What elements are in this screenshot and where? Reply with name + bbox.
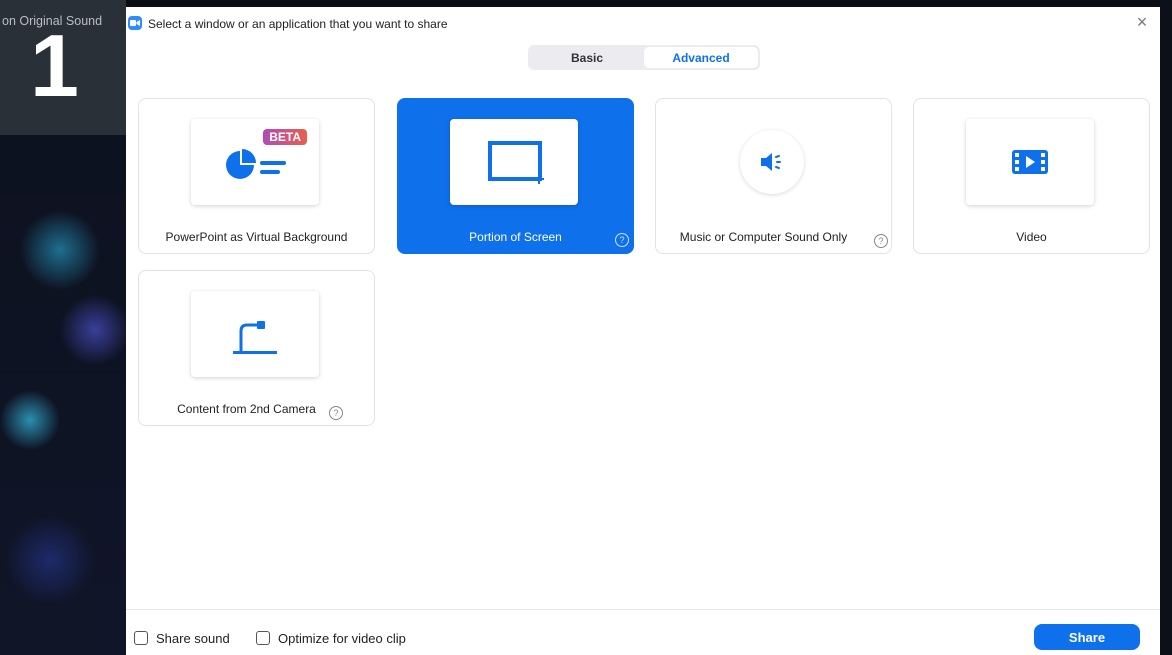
option-thumbnail xyxy=(191,291,319,377)
camera-icon xyxy=(233,321,277,354)
share-mode-tabs: Basic Advanced xyxy=(528,45,760,70)
share-dialog: Select a window or an application that y… xyxy=(126,7,1160,655)
zoom-app-icon xyxy=(128,16,142,30)
background-right-edge xyxy=(1160,0,1172,655)
dialog-footer: Share sound Optimize for video clip Shar… xyxy=(126,609,1160,655)
option-thumbnail xyxy=(708,119,836,205)
share-button[interactable]: Share xyxy=(1034,624,1140,650)
option-label: Portion of Screen xyxy=(469,230,562,244)
close-button[interactable]: × xyxy=(1132,12,1152,32)
option-thumbnail xyxy=(450,119,578,205)
background-number: 1 xyxy=(30,16,79,115)
option-thumbnail: BETA xyxy=(191,119,319,205)
help-icon[interactable]: ? xyxy=(874,234,888,248)
option-powerpoint-background[interactable]: BETA PowerPoint as Virtual Background xyxy=(138,98,375,254)
share-sound-checkbox[interactable] xyxy=(134,631,148,645)
optimize-video-checkbox[interactable] xyxy=(256,631,270,645)
video-icon xyxy=(1012,150,1048,174)
title-bar: Select a window or an application that y… xyxy=(126,7,1160,41)
option-label: PowerPoint as Virtual Background xyxy=(165,230,348,244)
share-sound-label[interactable]: Share sound xyxy=(156,631,230,646)
background-toolbar: on Original Sound 1 xyxy=(0,0,126,135)
option-label: Music or Computer Sound Only xyxy=(679,230,848,244)
option-video[interactable]: Video xyxy=(913,98,1150,254)
option-thumbnail xyxy=(966,119,1094,205)
screen-portion-icon xyxy=(488,141,544,184)
option-portion-of-screen[interactable]: Portion of Screen ? xyxy=(397,98,634,254)
option-second-camera[interactable]: Content from 2nd Camera ? xyxy=(138,270,375,426)
optimize-video-label[interactable]: Optimize for video clip xyxy=(278,631,406,646)
beta-badge: BETA xyxy=(263,129,307,145)
help-icon[interactable]: ? xyxy=(329,406,343,420)
option-label: Video xyxy=(1016,230,1047,244)
option-computer-sound[interactable]: Music or Computer Sound Only ? xyxy=(655,98,892,254)
tab-advanced[interactable]: Advanced xyxy=(644,47,758,68)
speaker-icon xyxy=(761,153,781,171)
dialog-title: Select a window or an application that y… xyxy=(148,17,448,31)
help-icon[interactable]: ? xyxy=(615,233,629,247)
tab-basic[interactable]: Basic xyxy=(530,47,644,68)
